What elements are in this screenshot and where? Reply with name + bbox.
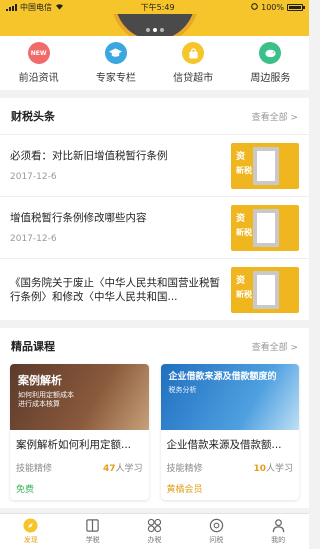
- course-category: 技能精修: [166, 464, 203, 474]
- clock: 下午5:49: [140, 2, 175, 12]
- news-date: 2017-12-6: [10, 172, 57, 182]
- news-section: 财税头条 查看全部 > 必须看：对比新旧增值税暂行条例 2017-12-6 资 …: [0, 98, 309, 320]
- see-all-courses-link[interactable]: 查看全部 >: [252, 340, 298, 353]
- grid-icon: [147, 518, 162, 533]
- news-thumbnail: 资 新税: [231, 142, 299, 189]
- quick-link-experts[interactable]: 专家专栏: [81, 42, 151, 84]
- course-learners: 10人学习: [253, 464, 293, 474]
- shopping-bag-icon: [182, 42, 205, 64]
- graduation-cap-icon: [104, 42, 127, 64]
- news-item[interactable]: 增值税暂行条例修改哪些内容 2017-12-6 资 新税: [0, 196, 309, 258]
- status-bar: 中国电信 下午5:49 100%: [0, 0, 309, 14]
- course-card[interactable]: 案例解析 如何利用定额成本 进行成本核算 案例解析如何利用定额... 技能精修 …: [10, 364, 149, 500]
- tab-mine[interactable]: 我的: [247, 514, 309, 549]
- quick-link-credit[interactable]: 信贷超市: [158, 42, 228, 84]
- person-icon: [271, 518, 286, 533]
- quick-link-label: 专家专栏: [95, 73, 136, 84]
- book-icon: [85, 518, 100, 533]
- quick-links: NEW 前沿资讯 专家专栏 信贷超市 周边服务: [0, 36, 309, 90]
- news-title: 增值税暂行条例修改哪些内容: [10, 212, 147, 224]
- tab-learn[interactable]: 学税: [62, 514, 124, 549]
- section-title: 精品课程: [11, 340, 55, 353]
- course-section: 精品课程 查看全部 > 案例解析 如何利用定额成本 进行成本核算 案例解析如何利…: [0, 328, 309, 508]
- new-badge-icon: NEW: [27, 42, 50, 64]
- news-title: 《国务院关于废止〈中华人民共和国营业税暂行条例〉和修改〈中华人民共和国...: [10, 276, 220, 303]
- quick-link-news[interactable]: NEW 前沿资讯: [4, 42, 74, 84]
- course-name: 企业借款来源及借款额...: [166, 439, 282, 451]
- course-cover: 案例解析 如何利用定额成本 进行成本核算: [10, 364, 149, 430]
- quick-link-label: 信贷超市: [173, 73, 214, 84]
- news-thumbnail: 资 新税: [231, 204, 299, 251]
- location-icon: [251, 2, 258, 12]
- see-all-news-link[interactable]: 查看全部 >: [252, 110, 298, 123]
- news-item[interactable]: 必须看：对比新旧增值税暂行条例 2017-12-6 资 新税: [0, 134, 309, 196]
- quick-link-label: 前沿资讯: [18, 73, 59, 84]
- tab-discover[interactable]: 发现: [0, 514, 62, 549]
- course-learners: 47人学习: [102, 464, 143, 474]
- course-cover: 企业借款来源及借款额度的 税务分析: [160, 364, 299, 430]
- news-thumbnail: 资 新税: [231, 266, 299, 313]
- tab-handle[interactable]: 办税: [124, 514, 186, 549]
- banner-carousel[interactable]: [0, 14, 309, 36]
- signal-icon: [6, 3, 17, 11]
- news-title: 必须看：对比新旧增值税暂行条例: [10, 150, 168, 162]
- news-date: 2017-12-6: [10, 234, 57, 244]
- banner-image: [110, 14, 199, 36]
- course-category: 技能精修: [16, 464, 53, 474]
- battery-percent: 100%: [261, 2, 284, 12]
- course-price: 免费: [16, 485, 35, 495]
- tab-bar: 发现 学税 办税 问税 我的: [0, 513, 309, 549]
- battery-icon: [287, 3, 305, 11]
- section-title: 财税头条: [11, 110, 55, 123]
- question-icon: [209, 518, 224, 533]
- wifi-icon: [55, 3, 64, 12]
- quick-link-services[interactable]: 周边服务: [235, 42, 305, 84]
- carrier-label: 中国电信: [20, 2, 52, 12]
- course-card[interactable]: 企业借款来源及借款额度的 税务分析 企业借款来源及借款额... 技能精修 10人…: [160, 364, 299, 500]
- carousel-dots: [145, 28, 164, 32]
- quick-link-label: 周边服务: [250, 73, 291, 84]
- tab-ask[interactable]: 问税: [185, 514, 247, 549]
- piggy-bank-icon: [259, 42, 282, 64]
- compass-icon: [23, 518, 38, 533]
- course-name: 案例解析如何利用定额...: [16, 439, 132, 451]
- news-item[interactable]: 《国务院关于废止〈中华人民共和国营业税暂行条例〉和修改〈中华人民共和国... 资…: [0, 258, 309, 320]
- course-price: 黄橘会员: [166, 485, 203, 495]
